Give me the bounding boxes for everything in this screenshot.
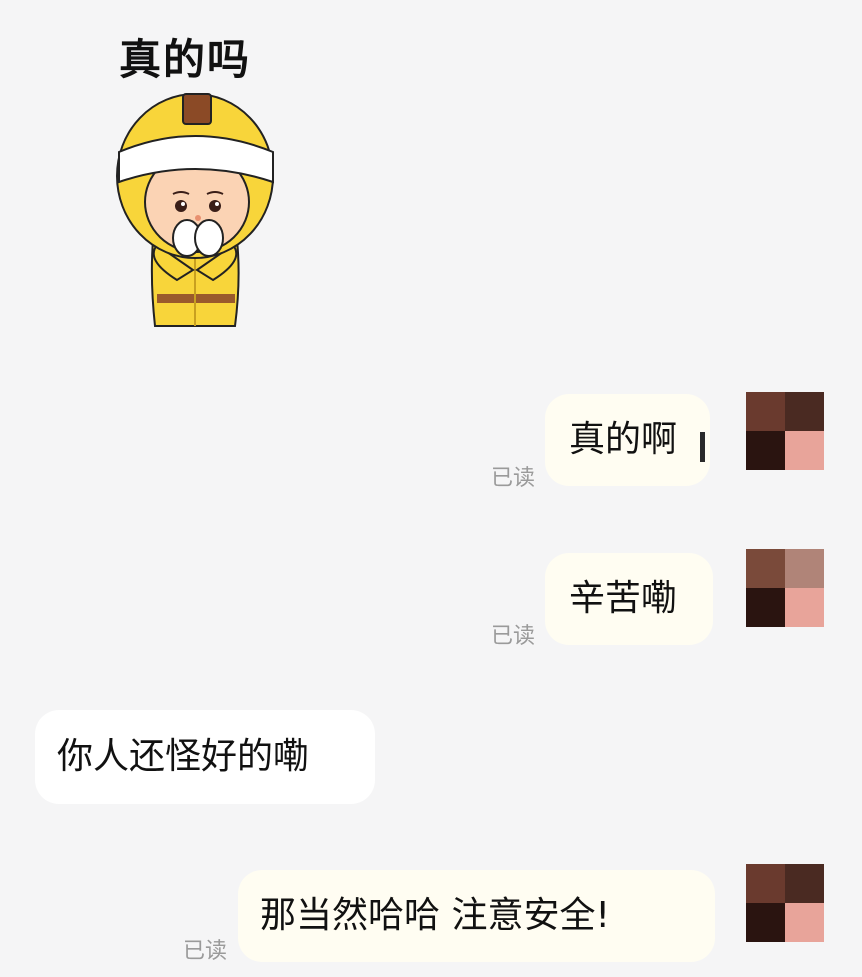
user-avatar[interactable] <box>746 392 824 470</box>
outgoing-message-bubble[interactable]: 那当然哈哈 注意安全! <box>238 870 715 962</box>
read-receipt: 已读 <box>491 624 536 649</box>
courier-worker-sticker-icon <box>116 93 274 327</box>
sticker-message[interactable]: 真的吗 <box>105 20 295 330</box>
message-text: 那当然哈哈 注意安全! <box>260 895 610 936</box>
chat-view: 真的吗 已读 真的啊 已读 辛苦嘞 你人还怪好的嘞 已读 那当然哈哈 注意安全! <box>0 0 862 977</box>
outgoing-message-bubble[interactable]: 真的啊 <box>545 394 710 486</box>
text-cursor-icon <box>700 432 705 462</box>
message-text: 你人还怪好的嘞 <box>57 736 310 777</box>
message-text: 真的啊 <box>569 419 678 460</box>
incoming-message-bubble[interactable]: 你人还怪好的嘞 <box>35 710 375 804</box>
read-receipt: 已读 <box>491 466 536 491</box>
read-receipt: 已读 <box>183 939 228 964</box>
message-text: 辛苦嘞 <box>569 578 678 619</box>
user-avatar[interactable] <box>746 864 824 942</box>
sticker-caption: 真的吗 <box>119 35 252 84</box>
outgoing-message-bubble[interactable]: 辛苦嘞 <box>545 553 713 645</box>
user-avatar[interactable] <box>746 549 824 627</box>
